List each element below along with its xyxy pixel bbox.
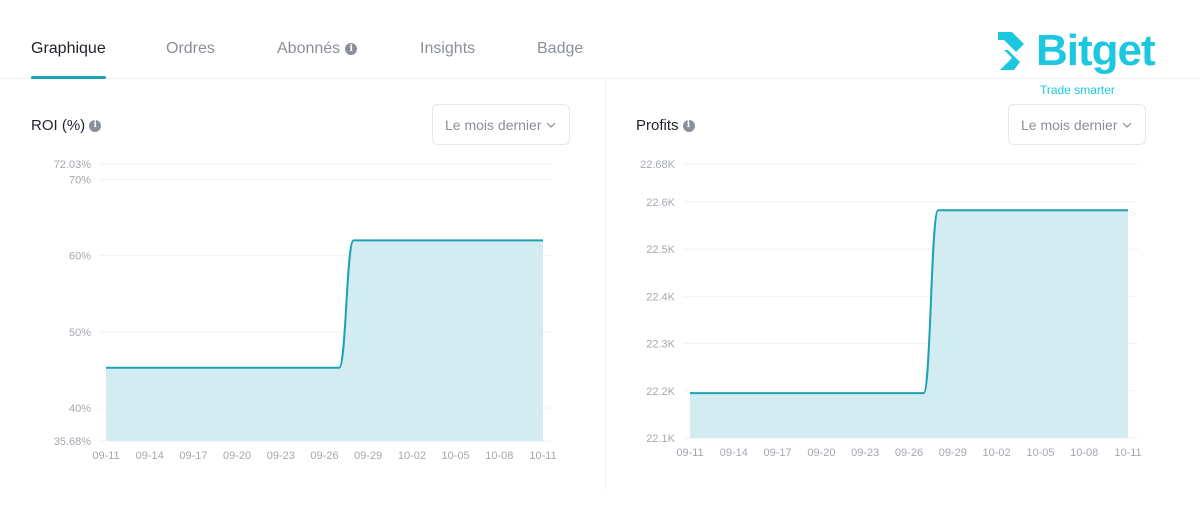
profits-y-tick-label: 22.68K	[640, 159, 676, 171]
profits-x-tick-label: 10-05	[1026, 447, 1054, 459]
profits-x-tick-label: 09-20	[807, 447, 835, 459]
profits-y-tick-label: 22.5K	[646, 244, 675, 256]
profits-y-tick-label: 22.1K	[646, 433, 675, 445]
profits-x-tick-label: 09-11	[676, 447, 703, 459]
profits-y-tick-label: 22.3K	[646, 339, 675, 351]
profits-x-tick-label: 09-23	[851, 447, 879, 459]
profits-x-tick-label: 09-17	[764, 447, 792, 459]
profits-x-tick-label: 09-14	[720, 447, 748, 459]
profits-x-tick-label: 10-02	[983, 447, 1011, 459]
profits-y-tick-label: 22.4K	[646, 291, 675, 303]
profits-chart: 22.68K22.6K22.5K22.4K22.3K22.2K22.1K09-1…	[640, 159, 1142, 459]
profits-y-tick-label: 22.6K	[646, 197, 675, 209]
profits-x-tick-label: 10-08	[1070, 447, 1098, 459]
profits-x-tick-label: 10-11	[1114, 447, 1141, 459]
profits-x-tick-label: 09-26	[895, 447, 923, 459]
profits-x-tick-label: 09-29	[939, 447, 967, 459]
profits-y-tick-label: 22.2K	[646, 386, 675, 398]
profits-area-fill	[690, 210, 1128, 438]
